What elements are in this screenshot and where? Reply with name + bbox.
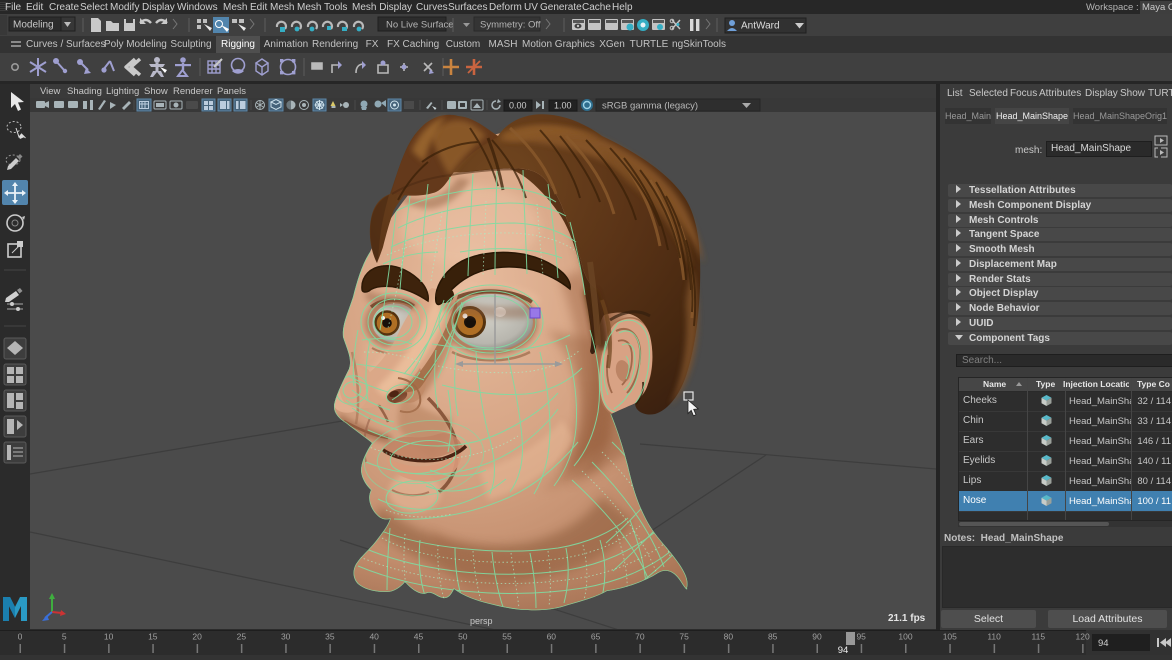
svg-text:105: 105 — [943, 632, 957, 642]
svg-text:0.00: 0.00 — [509, 101, 527, 111]
svg-text:45: 45 — [414, 632, 424, 642]
svg-text:60: 60 — [547, 632, 557, 642]
svg-text:15: 15 — [148, 632, 158, 642]
svg-text:65: 65 — [591, 632, 601, 642]
svg-text:25: 25 — [237, 632, 247, 642]
svg-text:5: 5 — [62, 632, 67, 642]
svg-text:30: 30 — [281, 632, 291, 642]
svg-text:94: 94 — [1098, 638, 1109, 649]
svg-text:20: 20 — [192, 632, 202, 642]
svg-text:94: 94 — [838, 645, 849, 655]
svg-text:No Live Surface: No Live Surface — [386, 20, 454, 31]
svg-text:110: 110 — [987, 632, 1001, 642]
svg-text:10: 10 — [104, 632, 114, 642]
svg-text:0: 0 — [18, 632, 23, 642]
svg-text:75: 75 — [679, 632, 689, 642]
svg-text:120: 120 — [1076, 632, 1090, 642]
svg-text:sRGB gamma (legacy): sRGB gamma (legacy) — [602, 101, 698, 112]
svg-text:40: 40 — [369, 632, 379, 642]
svg-text:AntWard: AntWard — [741, 21, 780, 32]
svg-text:Symmetry: Off: Symmetry: Off — [480, 20, 541, 31]
svg-text:Modeling: Modeling — [13, 20, 54, 31]
svg-text:85: 85 — [768, 632, 778, 642]
svg-text:80: 80 — [724, 632, 734, 642]
svg-text:90: 90 — [812, 632, 822, 642]
svg-text:70: 70 — [635, 632, 645, 642]
svg-text:95: 95 — [856, 632, 866, 642]
svg-text:50: 50 — [458, 632, 468, 642]
svg-text:100: 100 — [898, 632, 912, 642]
svg-text:35: 35 — [325, 632, 335, 642]
svg-text:115: 115 — [1032, 632, 1046, 642]
svg-text:55: 55 — [502, 632, 512, 642]
svg-text:1.00: 1.00 — [554, 101, 572, 111]
